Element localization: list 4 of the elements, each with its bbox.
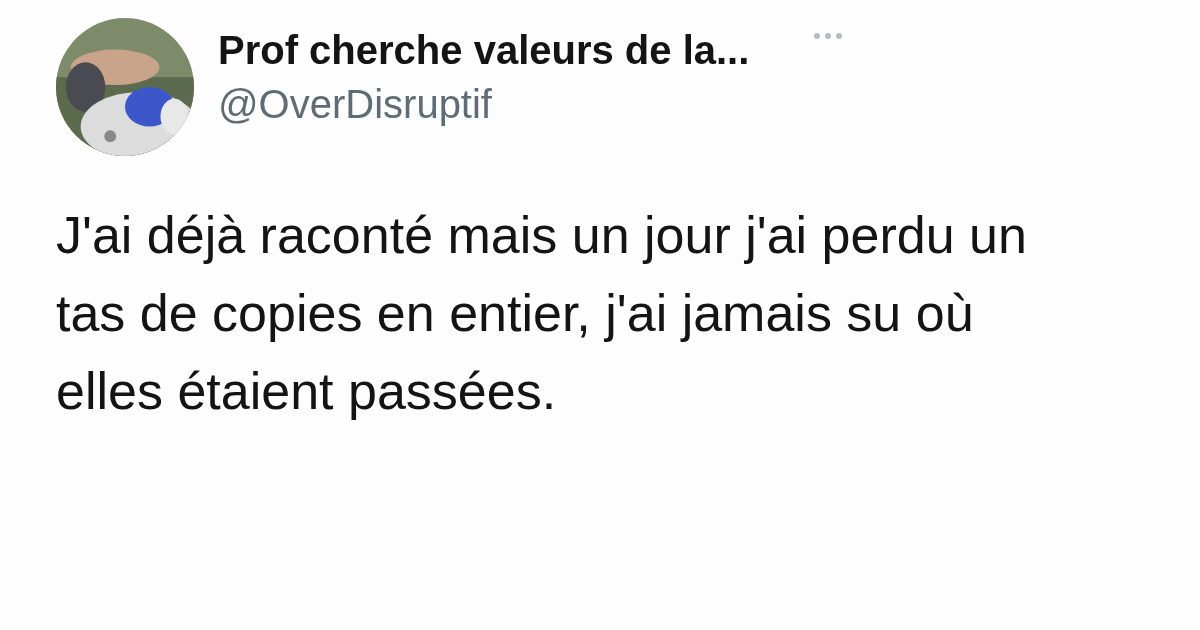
tweet-text: J'ai déjà raconté mais un jour j'ai perdu un tas de copies en entier, j'ai jamais su où elles étaient passées. bbox=[56, 205, 1028, 422]
user-handle: @OverDisruptif bbox=[218, 81, 493, 128]
more-icon[interactable] bbox=[813, 32, 844, 40]
display-name: Prof cherche valeurs de la... bbox=[218, 27, 750, 74]
